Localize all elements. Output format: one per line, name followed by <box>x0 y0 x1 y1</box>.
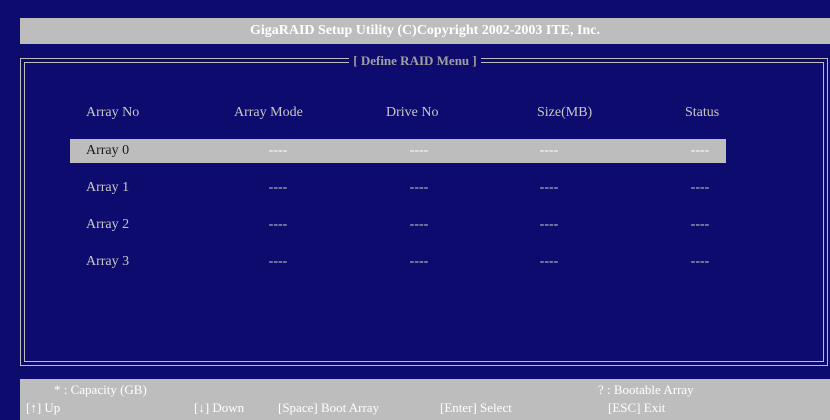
array-status: ---- <box>690 180 710 195</box>
table-header: Array No Array Mode Drive No Size(MB) St… <box>0 101 830 125</box>
column-status: Status <box>685 105 720 120</box>
array-size: ---- <box>539 254 559 269</box>
key-enter-hint: [Enter] Select <box>440 400 512 415</box>
drive-no: ---- <box>409 143 429 158</box>
array-size: ---- <box>539 180 559 195</box>
array-no: Array 3 <box>86 254 130 269</box>
array-mode: ---- <box>268 217 288 232</box>
footer-help-bar: * : Capacity (GB) ? : Bootable Array [↑]… <box>20 379 830 420</box>
array-size: ---- <box>539 217 559 232</box>
drive-no: ---- <box>409 217 429 232</box>
array-mode: ---- <box>268 143 288 158</box>
array-row-0[interactable]: Array 0 ---- ---- ---- ---- <box>0 139 830 163</box>
array-row-2[interactable]: Array 2 ---- ---- ---- ---- <box>0 213 830 237</box>
key-up-hint: [↑] Up <box>26 400 61 415</box>
title-bar: GigaRAID Setup Utility (C)Copyright 2002… <box>20 18 830 44</box>
array-no: Array 0 <box>86 143 130 158</box>
key-down-hint: [↓] Down <box>194 400 245 415</box>
array-status: ---- <box>690 217 710 232</box>
array-no: Array 2 <box>86 217 130 232</box>
key-space-hint: [Space] Boot Array <box>278 400 380 415</box>
column-array-no: Array No <box>86 105 140 120</box>
array-size: ---- <box>539 143 559 158</box>
capacity-legend: * : Capacity (GB) <box>54 382 147 397</box>
array-no: Array 1 <box>86 180 130 195</box>
array-row-1[interactable]: Array 1 ---- ---- ---- ---- <box>0 176 830 200</box>
column-size: Size(MB) <box>537 105 593 120</box>
array-mode: ---- <box>268 254 288 269</box>
array-status: ---- <box>690 254 710 269</box>
array-status: ---- <box>690 143 710 158</box>
drive-no: ---- <box>409 254 429 269</box>
array-mode: ---- <box>268 180 288 195</box>
column-array-mode: Array Mode <box>234 105 303 120</box>
drive-no: ---- <box>409 180 429 195</box>
array-row-3[interactable]: Array 3 ---- ---- ---- ---- <box>0 250 830 274</box>
bios-screen: GigaRAID Setup Utility (C)Copyright 2002… <box>0 0 830 420</box>
key-esc-hint: [ESC] Exit <box>608 400 666 415</box>
column-drive-no: Drive No <box>386 105 439 120</box>
bootable-legend: ? : Bootable Array <box>598 382 694 397</box>
